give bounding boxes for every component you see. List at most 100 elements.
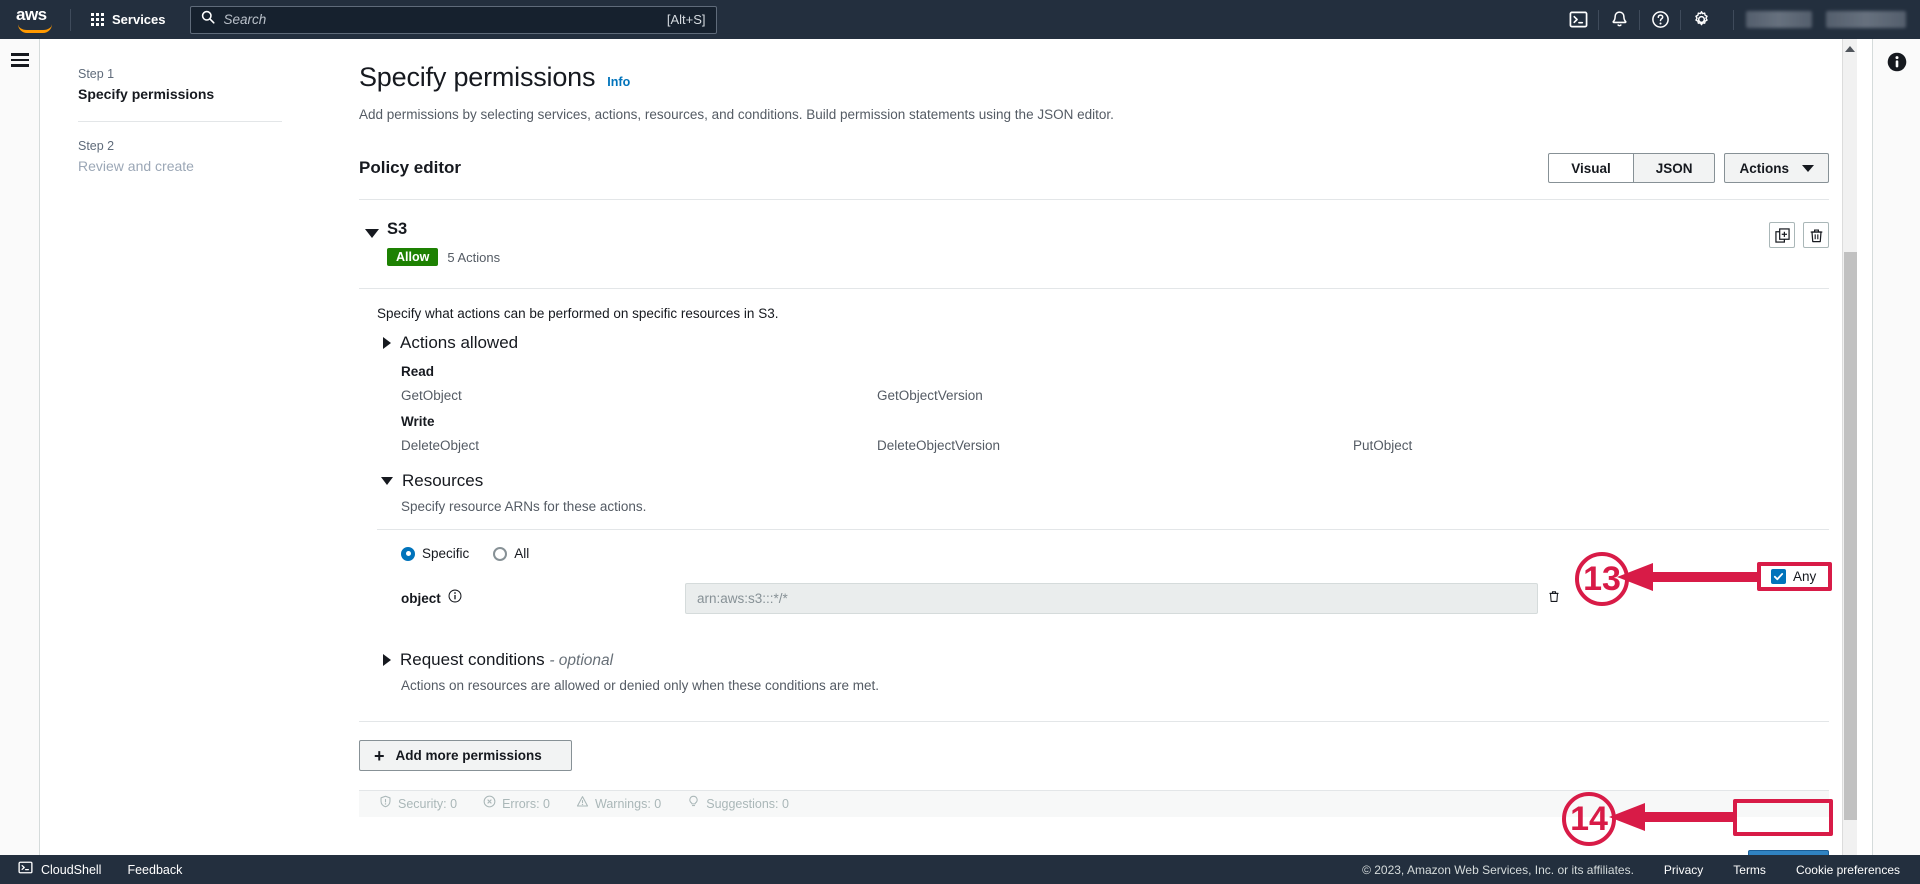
resources-heading: Resources <box>402 471 484 490</box>
sidebar-step-1[interactable]: Step 1 Specify permissions <box>78 62 282 104</box>
duplicate-icon[interactable] <box>1769 222 1795 248</box>
service-actions-count: 5 Actions <box>447 249 501 265</box>
cloudshell-icon[interactable] <box>1558 0 1598 39</box>
add-more-permissions-label: Add more permissions <box>395 748 542 763</box>
status-errors-text: Errors: 0 <box>502 797 550 811</box>
region-selector-blurred[interactable] <box>1746 11 1812 28</box>
actions-dropdown-label: Actions <box>1739 160 1789 176</box>
status-security[interactable]: Security: 0 <box>379 795 457 813</box>
aws-logo[interactable]: aws <box>16 4 60 33</box>
step-separator <box>78 121 282 122</box>
page-info-link[interactable]: Info <box>607 75 630 89</box>
page-title: Specify permissions <box>359 62 596 92</box>
grid-icon <box>91 13 104 26</box>
request-conditions-expander[interactable]: Request conditions - optional <box>377 650 1829 670</box>
scrollbar-thumb[interactable] <box>1844 252 1857 820</box>
top-navigation-bar: aws Services Search [Alt+S] <box>0 0 1920 39</box>
any-checkbox-indicator <box>1771 569 1786 584</box>
sidebar-step-2[interactable]: Step 2 Review and create <box>78 134 282 176</box>
account-menu-blurred[interactable] <box>1826 11 1906 28</box>
resource-scope-radio-group: Specific All <box>401 546 1829 561</box>
help-icon[interactable] <box>1640 0 1680 39</box>
request-conditions-description: Actions on resources are allowed or deni… <box>401 678 880 693</box>
services-menu-button[interactable]: Services <box>81 6 176 33</box>
shield-icon <box>379 795 392 813</box>
search-icon <box>201 10 215 29</box>
right-help-panel <box>1872 39 1920 867</box>
status-suggestions[interactable]: Suggestions: 0 <box>687 795 789 813</box>
request-conditions-optional: - optional <box>549 652 614 669</box>
status-security-text: Security: 0 <box>398 797 458 811</box>
action-row: GetObject GetObjectVersion <box>401 388 1829 403</box>
actions-allowed-expander[interactable]: Actions allowed <box>377 333 1829 353</box>
service-block-header: S3 Allow 5 Actions <box>359 220 1829 266</box>
status-warnings[interactable]: Warnings: 0 <box>576 795 661 813</box>
resource-arn-label: object <box>401 591 441 606</box>
scroll-up-arrow-icon[interactable] <box>1845 46 1855 52</box>
service-description: Specify what actions can be performed on… <box>377 306 779 321</box>
delete-icon[interactable] <box>1803 222 1829 248</box>
services-label: Services <box>112 12 166 27</box>
chevron-down-icon[interactable] <box>381 477 393 485</box>
action-item[interactable]: GetObjectVersion <box>877 388 1353 403</box>
status-errors[interactable]: Errors: 0 <box>483 795 550 813</box>
radio-specific-label: Specific <box>422 546 470 561</box>
cloudshell-icon <box>18 860 33 880</box>
radio-specific[interactable]: Specific <box>401 546 469 561</box>
cookie-preferences-link[interactable]: Cookie preferences <box>1796 863 1900 877</box>
nav-divider <box>1733 9 1734 30</box>
status-suggestions-text: Suggestions: 0 <box>706 797 789 811</box>
divider <box>359 721 1829 722</box>
resource-arn-value: arn:aws:s3:::*/* <box>697 591 788 606</box>
radio-all[interactable]: All <box>493 546 529 561</box>
main-content-area: Step 1 Specify permissions Step 2 Review… <box>40 39 1857 867</box>
action-item[interactable]: DeleteObjectVersion <box>877 438 1353 453</box>
tab-visual[interactable]: Visual <box>1548 153 1634 183</box>
chevron-right-icon[interactable] <box>383 337 391 349</box>
action-item[interactable]: GetObject <box>401 388 877 403</box>
any-checkbox-label: Any <box>1793 569 1817 584</box>
actions-dropdown-button[interactable]: Actions <box>1724 153 1829 183</box>
feedback-label: Feedback <box>127 862 183 877</box>
vertical-scrollbar[interactable] <box>1842 39 1857 867</box>
action-group-title-write: Write <box>401 414 435 429</box>
radio-all-label: All <box>514 546 530 561</box>
service-collapse-icon[interactable] <box>365 229 379 238</box>
resource-arn-row: object arn:aws:s3:::*/* <box>401 583 1829 614</box>
actions-list: Read GetObject GetObjectVersion Write De… <box>401 364 1829 453</box>
feedback-button[interactable]: Feedback <box>127 863 182 877</box>
bottom-bar-left: CloudShell Feedback <box>18 860 182 880</box>
cloudshell-button[interactable]: CloudShell <box>18 860 101 880</box>
add-more-permissions-button[interactable]: + Add more permissions <box>359 740 572 771</box>
chevron-right-icon[interactable] <box>383 654 391 666</box>
remove-arn-icon[interactable] <box>1547 589 1561 608</box>
copyright-text: © 2023, Amazon Web Services, Inc. or its… <box>1362 862 1634 877</box>
privacy-link[interactable]: Privacy <box>1664 863 1703 877</box>
resource-arn-label-wrap: object <box>401 589 685 608</box>
settings-gear-icon[interactable] <box>1681 0 1721 39</box>
any-checkbox[interactable]: Any <box>1771 569 1816 584</box>
terms-link[interactable]: Terms <box>1733 863 1766 877</box>
policy-editor-header: Policy editor Visual JSON Actions <box>359 153 1829 183</box>
action-item[interactable]: DeleteObject <box>401 438 877 453</box>
info-icon[interactable] <box>1886 51 1908 78</box>
request-conditions-heading: Request conditions - optional <box>400 650 613 670</box>
wizard-steps-sidebar: Step 1 Specify permissions Step 2 Review… <box>78 62 282 176</box>
policy-status-bar: Security: 0 Errors: 0 Warnings: 0 Sugges… <box>359 790 1829 817</box>
step-1-title: Specify permissions <box>78 86 215 102</box>
step-2-title: Review and create <box>78 158 194 174</box>
bell-icon[interactable] <box>1599 0 1639 39</box>
action-group-title-read: Read <box>401 364 435 379</box>
lightbulb-icon <box>687 795 700 813</box>
top-nav-right-group <box>1558 0 1920 39</box>
aws-wordmark: aws <box>16 4 47 24</box>
action-item[interactable]: PutObject <box>1353 438 1829 453</box>
resources-expander[interactable]: Resources <box>377 471 1829 491</box>
action-item <box>1353 388 1829 403</box>
search-input[interactable]: Search [Alt+S] <box>189 5 717 34</box>
info-icon[interactable] <box>448 589 462 608</box>
hamburger-menu-icon[interactable] <box>10 53 29 67</box>
resource-arn-input[interactable]: arn:aws:s3:::*/* <box>685 583 1538 614</box>
left-rail <box>0 39 40 867</box>
tab-json[interactable]: JSON <box>1633 153 1716 183</box>
